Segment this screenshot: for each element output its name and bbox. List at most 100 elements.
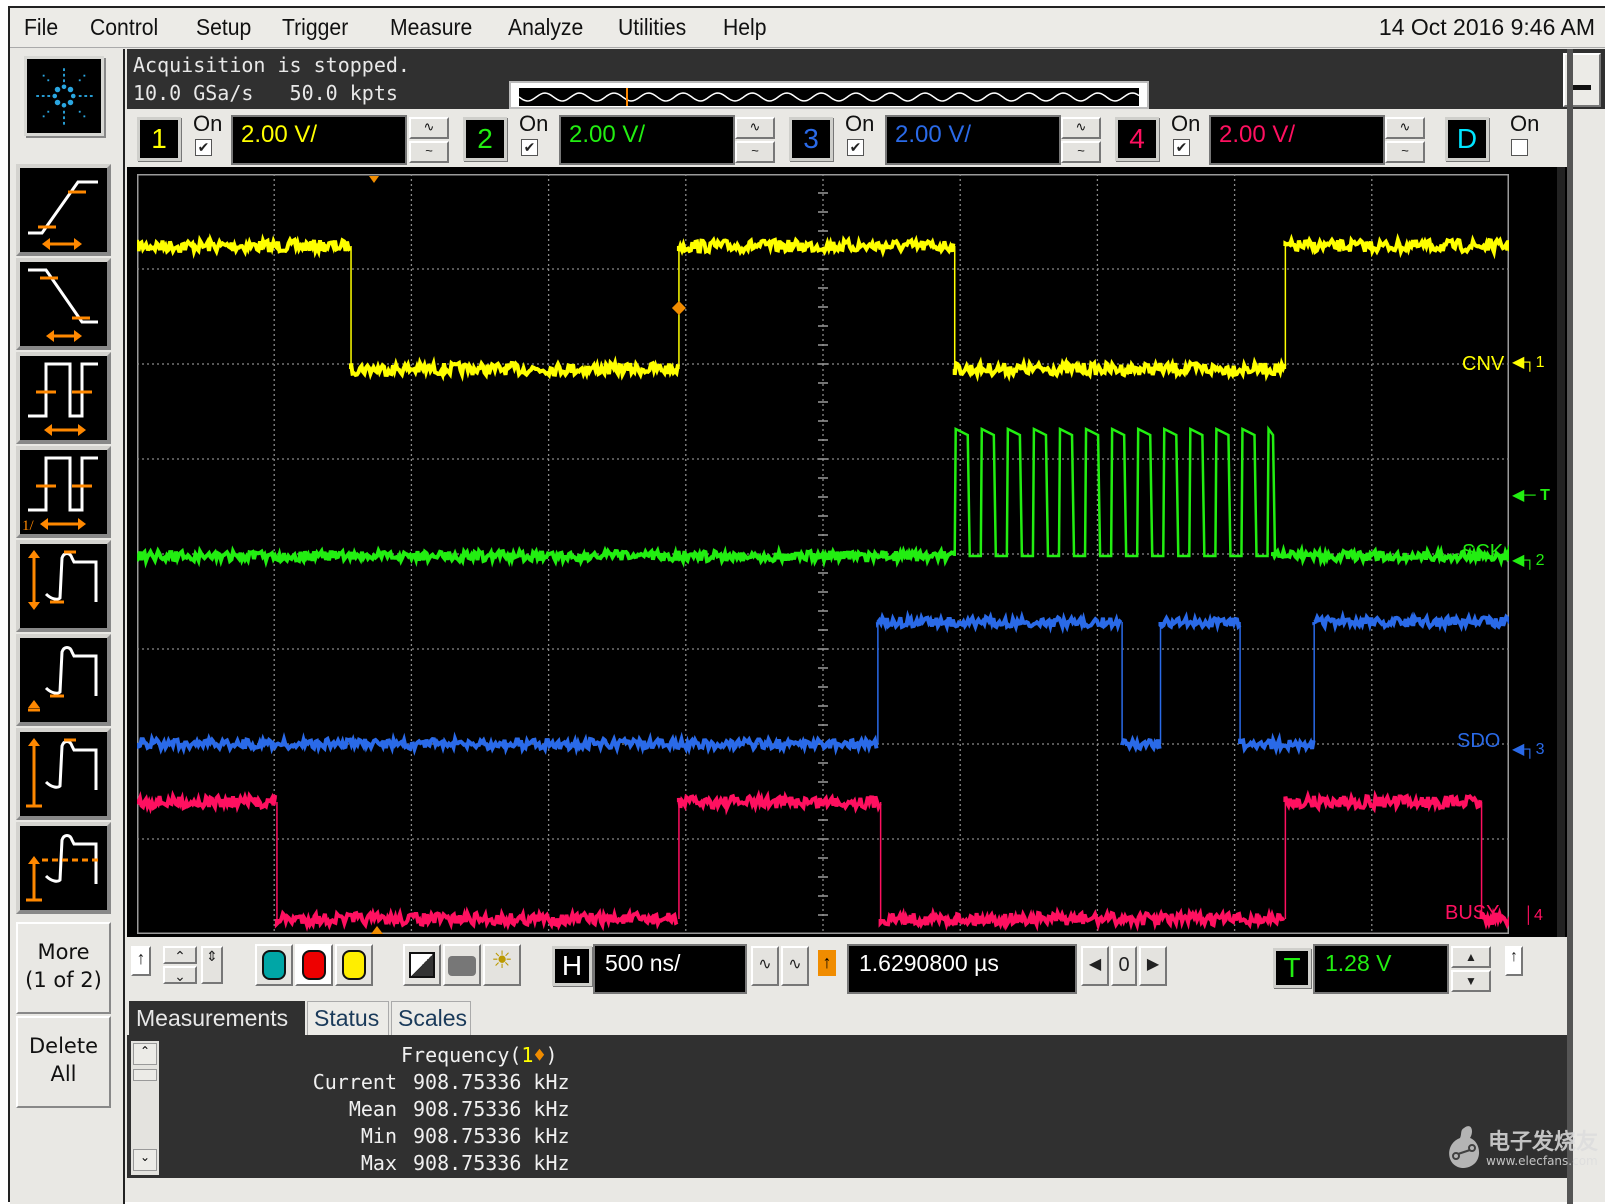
peak-to-peak-button[interactable] [16, 540, 111, 632]
channel-2-button[interactable]: 2 [463, 117, 507, 161]
frequency-button[interactable]: 1/ [16, 446, 111, 538]
window-scrollbar[interactable] [1567, 49, 1573, 1204]
channel-4-scale[interactable]: 2.00 V/ [1209, 115, 1385, 165]
channel-1-fine[interactable]: ~ [409, 141, 449, 163]
right-scrollbar[interactable] [1557, 167, 1565, 937]
channel-2-fine[interactable]: ~ [735, 141, 775, 163]
left-marker-button[interactable]: ↑ [131, 946, 151, 976]
measurement-label-current: Current [312, 1070, 397, 1094]
menu-control[interactable]: Control [90, 14, 158, 41]
average-button[interactable] [16, 822, 111, 914]
channel-4-scale-up[interactable]: ∿ [1385, 117, 1425, 139]
trigger-level-marker[interactable]: ◀─ T [1512, 485, 1550, 505]
channel-3-on-label: On [845, 111, 875, 136]
delay-left-button[interactable]: ◀ [1081, 946, 1109, 986]
average-icon [26, 834, 100, 902]
maximum-button[interactable] [16, 728, 111, 820]
menu-help[interactable]: Help [723, 14, 767, 41]
channel-2-number: 2 [477, 123, 493, 154]
trigger-slope-button[interactable]: ↑ [1505, 946, 1523, 976]
svg-text:1/: 1/ [22, 518, 35, 534]
keysight-logo-icon [36, 68, 93, 125]
channel-4-fine[interactable]: ~ [1385, 141, 1425, 163]
waveform-overview[interactable] [509, 81, 1149, 109]
channel-3-ground-marker[interactable]: ◀┐3 [1512, 739, 1545, 759]
channel-3-scale-up[interactable]: ∿ [1061, 117, 1101, 139]
channel-1-checkbox[interactable]: ✔ [195, 139, 212, 156]
zoom-down-button[interactable]: ⌄ [163, 966, 197, 984]
delay-zero-button[interactable]: 0 [1111, 946, 1137, 986]
measurements-scrollbar[interactable]: ⌃ ⌄ [131, 1041, 159, 1175]
autoscale-icon [409, 952, 435, 978]
channel-2-scale-up[interactable]: ∿ [735, 117, 775, 139]
trigger-level-down-button[interactable]: ▼ [1451, 970, 1491, 992]
autoscale-button[interactable] [403, 944, 441, 986]
channel-2-ground-marker[interactable]: ◀┐2 [1512, 550, 1545, 570]
channel-4-checkbox[interactable]: ✔ [1173, 139, 1190, 156]
delete-all-button[interactable]: Delete All [16, 1016, 111, 1108]
channel-2-scale[interactable]: 2.00 V/ [559, 115, 735, 165]
trigger-level-field[interactable]: 1.28 V [1313, 944, 1449, 994]
tab-scales[interactable]: Scales [391, 1001, 471, 1037]
tab-measurements[interactable]: Measurements [129, 1001, 305, 1037]
trigger-label: T [1283, 952, 1301, 983]
channel-1-button[interactable]: 1 [137, 117, 181, 161]
period-button[interactable] [16, 352, 111, 444]
channel-4-ground-marker[interactable]: │4 [1524, 907, 1543, 925]
horizontal-button[interactable]: H [552, 946, 592, 986]
fine-zoom-button[interactable]: ⇕ [201, 946, 223, 984]
trigger-button[interactable]: T [1273, 948, 1311, 988]
scroll-up-button[interactable]: ⌃ [133, 1043, 157, 1065]
acquisition-status: Acquisition is stopped. [133, 53, 410, 77]
zoom-up-button[interactable]: ⌃ [163, 946, 197, 964]
rise-time-button[interactable] [16, 164, 111, 256]
menu-analyze[interactable]: Analyze [508, 14, 583, 41]
run-button[interactable] [255, 944, 293, 986]
trigger-level-up-button[interactable]: ▲ [1451, 946, 1491, 968]
waveform-display[interactable]: CNV SCK SDO BUSY ◀┐1 ◀─ T ◀┐2 ◀┐3 │4 [127, 167, 1567, 937]
menu-trigger[interactable]: Trigger [282, 14, 348, 41]
time-scale-field[interactable]: 500 ns/ [593, 944, 747, 994]
measurement-label-min: Min [360, 1124, 397, 1148]
channel-1-ground-marker[interactable]: ◀┐1 [1512, 352, 1545, 372]
scroll-thumb[interactable] [133, 1069, 157, 1081]
watermark-url: www.elecfans.com [1486, 1154, 1598, 1168]
menu-measure[interactable]: Measure [390, 14, 472, 41]
delay-right-button[interactable]: ▶ [1139, 946, 1167, 986]
horizontal-label: H [561, 950, 583, 981]
source-marker-icon: ♦ [533, 1043, 546, 1067]
channel-2-on-label: On [519, 111, 549, 136]
channel-3-fine[interactable]: ~ [1061, 141, 1101, 163]
minimum-button[interactable] [16, 634, 111, 726]
menu-setup[interactable]: Setup [196, 14, 251, 41]
print-button[interactable] [443, 944, 481, 986]
acquisition-rate: 10.0 GSa/s 50.0 kpts [133, 81, 398, 105]
menu-utilities[interactable]: Utilities [618, 14, 686, 41]
time-scale-coarse-button[interactable]: ∿ [751, 946, 779, 986]
menu-bar: File Control Setup Trigger Measure Analy… [10, 8, 1605, 48]
channel-3-scale[interactable]: 2.00 V/ [885, 115, 1061, 165]
maximum-icon [26, 738, 98, 808]
time-scale-fine-button[interactable]: ∿ [781, 946, 809, 986]
menu-file[interactable]: File [24, 14, 58, 41]
stop-button[interactable] [295, 944, 333, 986]
channel-3-checkbox[interactable]: ✔ [847, 139, 864, 156]
digital-channel-button[interactable]: D [1445, 117, 1489, 161]
channel-3-button[interactable]: 3 [789, 117, 833, 161]
logo-button[interactable] [24, 56, 104, 136]
channel-1-scale-up[interactable]: ∿ [409, 117, 449, 139]
scroll-down-button[interactable]: ⌄ [133, 1149, 157, 1171]
more-button[interactable]: More (1 of 2) [16, 922, 111, 1014]
channel-1-scale[interactable]: 2.00 V/ [231, 115, 407, 165]
horizontal-delay-field[interactable]: 1.6290800 µs [847, 944, 1077, 994]
digital-checkbox[interactable] [1511, 139, 1528, 156]
waveform-graticule[interactable]: CNV SCK SDO BUSY [137, 174, 1509, 934]
tab-status[interactable]: Status [307, 1001, 389, 1037]
channel-4-button[interactable]: 4 [1115, 117, 1159, 161]
channel-2-checkbox[interactable]: ✔ [521, 139, 538, 156]
measurement-title: Frequency(1♦) [401, 1043, 558, 1067]
brightness-button[interactable]: ☀ [483, 944, 521, 986]
single-button[interactable] [335, 944, 373, 986]
channel-4-on-label: On [1171, 111, 1201, 136]
fall-time-button[interactable] [16, 258, 111, 350]
